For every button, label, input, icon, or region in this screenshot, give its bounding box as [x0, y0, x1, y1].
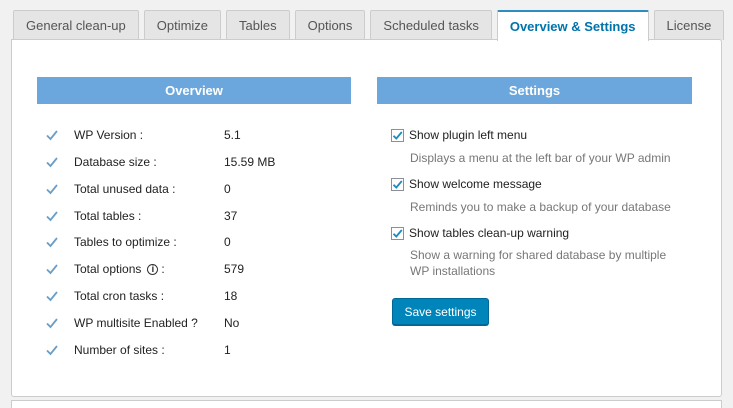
overview-row-total-options: Total options i : 579 [45, 259, 244, 279]
overview-label: Total options i : [74, 262, 165, 276]
checkmark-icon [46, 157, 58, 168]
checkmark-icon [46, 345, 58, 356]
overview-label-text: Total options [74, 262, 142, 276]
overview-row-wp-version: WP Version : 5.1 [45, 125, 241, 145]
tab-tables[interactable]: Tables [226, 10, 290, 40]
tab-general-cleanup[interactable]: General clean-up [13, 10, 139, 40]
overview-value: 0 [224, 235, 231, 249]
overview-label: Number of sites : [74, 343, 165, 357]
overview-label: Total unused data : [74, 182, 176, 196]
tab-optimize[interactable]: Optimize [143, 10, 222, 40]
overview-value: 15.59 MB [224, 155, 276, 169]
overview-value: No [224, 316, 240, 330]
overview-value: 18 [224, 289, 238, 303]
overview-row-database-size: Database size : 15.59 MB [45, 152, 275, 172]
setting-label: Show welcome message [409, 177, 542, 191]
overview-row-total-cron-tasks: Total cron tasks : 18 [45, 286, 237, 306]
checkbox-checked-icon[interactable] [391, 128, 404, 142]
info-circle-icon[interactable]: i [147, 263, 159, 275]
tab-bar: General clean-up Optimize Tables Options… [13, 10, 725, 41]
overview-label: Total cron tasks : [74, 289, 165, 303]
overview-label: Total tables : [74, 209, 142, 223]
tab-overview-settings[interactable]: Overview & Settings [496, 10, 649, 41]
overview-label: WP Version : [74, 128, 144, 142]
checkmark-icon [46, 211, 58, 222]
tab-options[interactable]: Options [294, 10, 366, 40]
overview-value: 579 [224, 262, 245, 276]
setting-description: Displays a menu at the left bar of your … [410, 151, 671, 165]
overview-row-total-unused-data: Total unused data : 0 [45, 179, 231, 199]
setting-label: Show tables clean-up warning [409, 226, 570, 240]
setting-description: Reminds you to make a backup of your dat… [410, 200, 671, 214]
save-settings-button[interactable]: Save settings [392, 298, 489, 325]
overview-value: 0 [224, 182, 231, 196]
overview-header: Overview [37, 77, 351, 104]
checkbox-checked-icon[interactable] [391, 177, 404, 191]
setting-label: Show plugin left menu [409, 128, 528, 142]
overview-row-number-of-sites: Number of sites : 1 [45, 340, 231, 360]
checkmark-icon [46, 291, 58, 302]
overview-row-wp-multisite: WP multisite Enabled ? No [45, 313, 239, 333]
checkmark-icon [46, 237, 58, 248]
show-welcome-message-checkbox[interactable]: Show welcome message [391, 177, 542, 191]
overview-row-total-tables: Total tables : 37 [45, 206, 237, 226]
tab-scheduled-tasks[interactable]: Scheduled tasks [370, 10, 492, 40]
overview-value: 37 [224, 209, 238, 223]
checkmark-icon [46, 184, 58, 195]
checkmark-icon [46, 318, 58, 329]
checkbox-checked-icon[interactable] [391, 226, 404, 240]
checkmark-icon [46, 130, 58, 141]
setting-description: Show a warning for shared database by mu… [410, 248, 667, 278]
settings-header: Settings [377, 77, 692, 104]
tab-license[interactable]: License [653, 10, 725, 40]
overview-label: Tables to optimize : [74, 235, 177, 249]
show-tables-cleanup-warning-checkbox[interactable]: Show tables clean-up warning [391, 226, 569, 240]
overview-label: Database size : [74, 155, 157, 169]
overview-value: 5.1 [224, 128, 241, 142]
overview-row-tables-to-optimize: Tables to optimize : 0 [45, 232, 231, 252]
checkmark-icon [46, 264, 58, 275]
content-panel: Overview WP Version : 5.1 Database size … [11, 39, 722, 397]
overview-label: WP multisite Enabled ? [74, 316, 198, 330]
show-plugin-left-menu-checkbox[interactable]: Show plugin left menu [391, 128, 527, 142]
next-panel-edge [11, 400, 722, 408]
overview-value: 1 [224, 343, 231, 357]
overview-label-colon: : [161, 262, 165, 276]
